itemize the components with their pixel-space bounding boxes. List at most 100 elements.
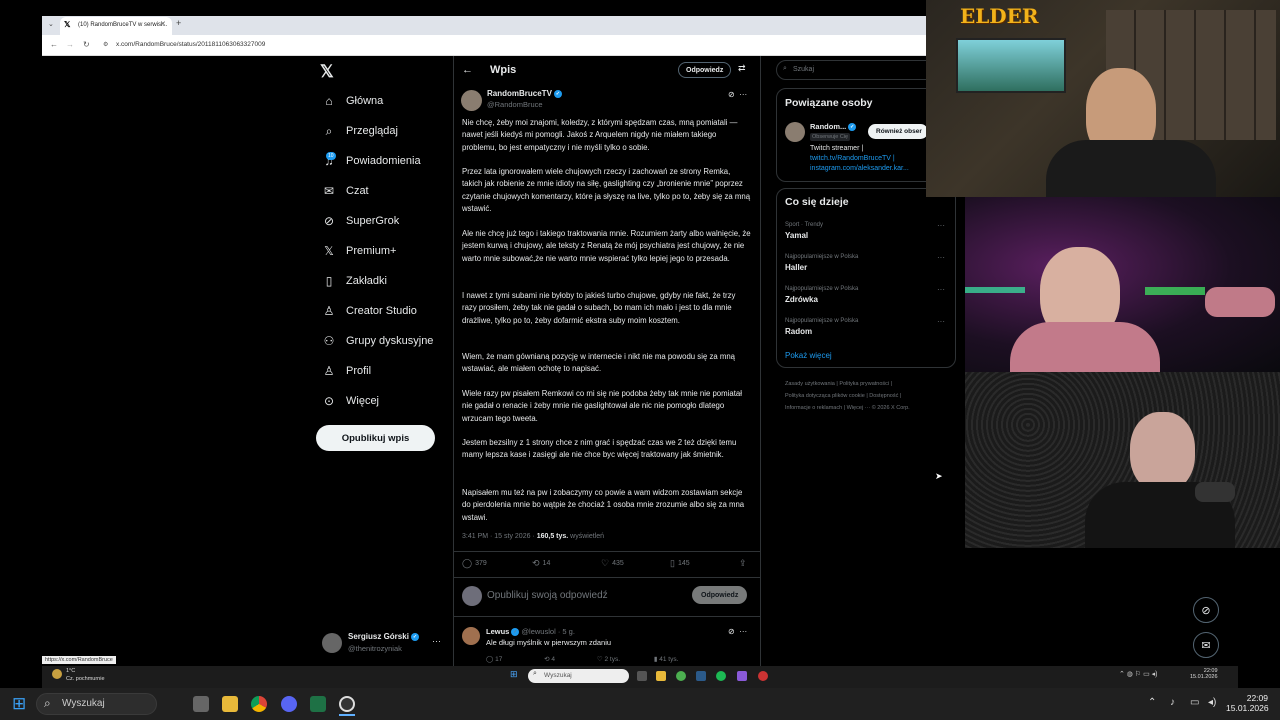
share-icon[interactable]: ⇪ xyxy=(739,558,750,569)
nav-home[interactable]: ⌂ Główna xyxy=(320,88,450,114)
mic-icon[interactable]: ♪ xyxy=(1170,697,1175,708)
grok-icon[interactable]: ⊘ xyxy=(728,90,735,99)
related-title: Powiązane osoby xyxy=(785,97,873,109)
post-paragraph: Przez lata ignorowałem wiele chujowych r… xyxy=(462,167,751,214)
chrome-icon[interactable] xyxy=(251,696,267,712)
excel-icon[interactable] xyxy=(310,696,326,712)
reply-submit-button[interactable]: Odpowiedz xyxy=(692,586,748,604)
grok-float-icon[interactable]: ⊘ xyxy=(1193,597,1219,623)
clock[interactable]: 22:09 15.01.2026 xyxy=(1226,693,1269,713)
reply-input[interactable]: Opublikuj swoją odpowiedź xyxy=(487,590,608,601)
windows-start-icon[interactable]: ⊞ xyxy=(12,695,26,712)
footer-links[interactable]: Zasady użytkowania | Polityka prywatnośc… xyxy=(785,381,892,387)
discord-icon[interactable] xyxy=(281,696,297,712)
nav-supergrok[interactable]: ⊘ SuperGrok xyxy=(320,208,450,234)
aquarium xyxy=(956,38,1066,93)
header-reply-button[interactable]: Odpowiedz xyxy=(678,62,732,78)
trend-name[interactable]: Zdrówka xyxy=(785,295,818,304)
author-name[interactable]: RandomBruceTV ✓ xyxy=(487,89,562,98)
site-info-icon[interactable]: ⚙ xyxy=(103,41,108,48)
account-more-icon[interactable]: ··· xyxy=(432,636,441,646)
file-explorer-icon[interactable] xyxy=(222,696,238,712)
footer-links[interactable]: Informacje o reklamach | Więcej ··· © 20… xyxy=(785,405,910,411)
stream-search-input[interactable]: Wyszukaj xyxy=(528,669,629,683)
account-name[interactable]: Sergiusz Górski ✓ xyxy=(348,632,419,641)
task-view-icon[interactable] xyxy=(193,696,209,712)
nav-creator-studio[interactable]: ♙ Creator Studio xyxy=(320,298,450,324)
related-bio-link[interactable]: instagram.com/aleksander.kar... xyxy=(810,165,909,172)
filter-icon[interactable]: ⇄ xyxy=(738,63,746,74)
obs-icon[interactable] xyxy=(339,696,355,712)
repost-stat[interactable]: ⟲ 14 xyxy=(532,558,550,569)
reply-author-avatar[interactable] xyxy=(462,627,480,645)
heart-icon[interactable]: ♡ xyxy=(597,656,603,663)
back-icon[interactable]: ← xyxy=(50,40,58,49)
more-icon[interactable]: ··· xyxy=(739,90,747,99)
search-input[interactable]: Szukaj xyxy=(776,60,936,80)
url-field[interactable]: x.com/RandomBruce/status/201181106306332… xyxy=(116,41,265,48)
volume-icon[interactable]: ◂) xyxy=(1208,697,1216,708)
post-meta: 3:41 PM · 15 sty 2026 · 160,5 tys. wyświ… xyxy=(462,533,605,540)
tray-expand-icon[interactable]: ⌃ xyxy=(1148,697,1156,708)
related-name[interactable]: Random... ✓ xyxy=(810,122,857,132)
trend-name[interactable]: Yamal xyxy=(785,231,808,240)
like-stat[interactable]: ♡ 435 xyxy=(601,558,624,569)
close-tab-icon[interactable]: ✕ xyxy=(160,20,166,28)
nav-more[interactable]: ⊙ Więcej xyxy=(320,388,450,414)
nav-explore[interactable]: ⌕ Przeglądaj xyxy=(320,118,450,144)
spotify-icon[interactable] xyxy=(716,671,726,681)
network-icon[interactable]: ▭ xyxy=(1190,697,1199,708)
start-icon[interactable]: ⊞ xyxy=(510,669,520,679)
nav-premium[interactable]: 𝕏 Premium+ xyxy=(320,238,450,264)
nav-chat[interactable]: ✉ Czat xyxy=(320,178,450,204)
trend-category: Najpopularniejsze w Polska xyxy=(785,254,859,260)
steam-icon[interactable] xyxy=(696,671,706,681)
weather-icon xyxy=(52,669,62,679)
more-icon[interactable]: ··· xyxy=(739,627,747,636)
trend-more-icon[interactable]: ··· xyxy=(937,317,945,326)
views-count[interactable]: 160,5 tys. xyxy=(537,533,569,540)
nav-notifications[interactable]: ♫ Powiadomienia xyxy=(320,148,450,174)
follow-back-button[interactable]: Również obser xyxy=(868,124,928,139)
discord-icon[interactable] xyxy=(737,671,747,681)
new-tab-icon[interactable]: + xyxy=(176,18,181,28)
bookmark-stat[interactable]: ▯ 145 xyxy=(670,558,690,569)
reply-author[interactable]: Lewus ✓ @lewuslol · 5 g. xyxy=(486,627,575,637)
back-arrow-icon[interactable]: ← xyxy=(462,64,473,76)
nav-groups[interactable]: ⚇ Grupy dyskusyjne xyxy=(320,328,450,354)
chrome-icon[interactable] xyxy=(676,671,686,681)
tab-menu-icon[interactable]: ⌄ xyxy=(48,20,54,28)
messages-float-icon[interactable]: ✉ xyxy=(1193,632,1219,658)
account-avatar[interactable] xyxy=(322,633,342,653)
grok-icon[interactable]: ⊘ xyxy=(728,627,735,636)
explorer-icon[interactable] xyxy=(656,671,666,681)
trend-more-icon[interactable]: ··· xyxy=(937,221,945,230)
related-bio-link[interactable]: twitch.tv/RandomBruceTV | xyxy=(810,155,895,162)
chair xyxy=(1205,287,1275,317)
trend-more-icon[interactable]: ··· xyxy=(937,285,945,294)
related-avatar[interactable] xyxy=(785,122,805,142)
nav-bookmarks[interactable]: ▯ Zakładki xyxy=(320,268,450,294)
reply-icon[interactable]: ◯ xyxy=(486,656,493,663)
tray-icons[interactable]: ⌃ ◍ ⚐ ▭ ◂) xyxy=(1119,670,1158,678)
show-more-link[interactable]: Pokaż więcej xyxy=(785,351,832,360)
task-view-icon[interactable] xyxy=(637,671,647,681)
footer-links[interactable]: Polityka dotycząca plików cookie | Dostę… xyxy=(785,393,901,399)
trend-more-icon[interactable]: ··· xyxy=(937,253,945,262)
author-handle[interactable]: @RandomBruce xyxy=(487,100,543,109)
post-button[interactable]: Opublikuj wpis xyxy=(316,425,435,451)
trend-name[interactable]: Haller xyxy=(785,263,807,272)
forward-icon[interactable]: → xyxy=(66,40,74,49)
reload-icon[interactable]: ↻ xyxy=(83,40,90,49)
app-icon[interactable] xyxy=(758,671,768,681)
repost-icon[interactable]: ⟲ xyxy=(544,656,549,663)
nav-profile[interactable]: ♙ Profil xyxy=(320,358,450,384)
author-avatar[interactable] xyxy=(461,90,482,111)
reply-stat[interactable]: ◯ 379 xyxy=(462,558,487,569)
search-icon: ⌕ xyxy=(325,123,333,138)
trend-name[interactable]: Radom xyxy=(785,327,812,336)
reply-stats: ◯ 17 ⟲ 4 ♡ 2 tys. ▮ 41 tys. xyxy=(486,656,679,663)
browser-tab[interactable]: (10) RandomBruceTV w serwisi... xyxy=(60,17,172,35)
views-icon[interactable]: ▮ xyxy=(654,656,658,663)
x-logo-icon[interactable]: 𝕏 xyxy=(320,62,334,82)
